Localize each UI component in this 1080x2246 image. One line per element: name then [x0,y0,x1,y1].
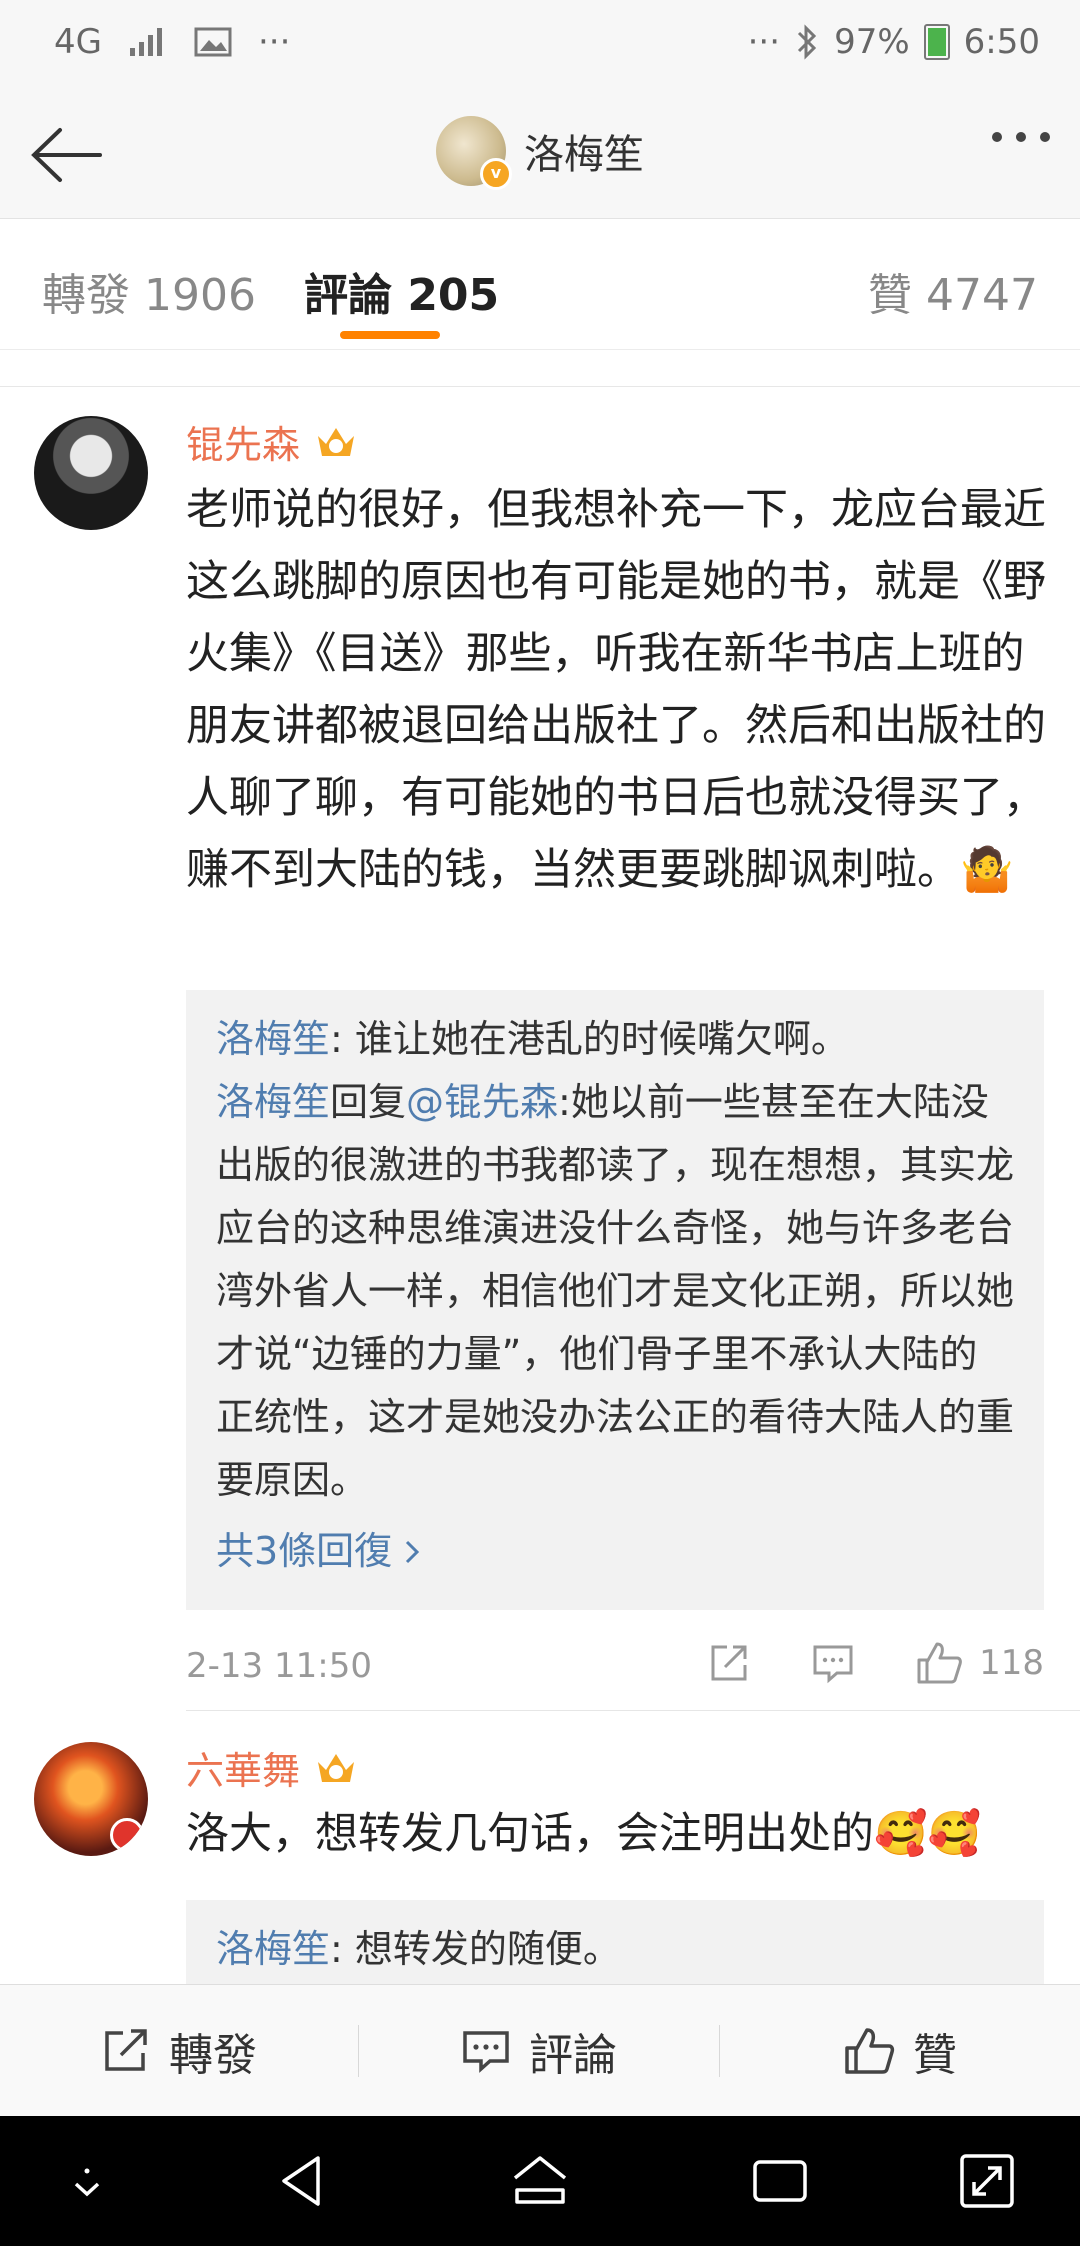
reply-box[interactable]: 洛梅笙: 想转发的随便。 [186,1900,1044,1984]
bluetooth-icon [798,24,817,60]
recent-apps-icon[interactable] [745,2146,815,2216]
reply-box[interactable]: 洛梅笙: 谁让她在港乱的时候嘴欠啊。 洛梅笙回复@锟先森:她以前一些甚至在大陆没… [186,990,1044,1610]
comment-text: 老师说的很好，但我想补充一下，龙应台最近这么跳脚的原因也有可能是她的书，就是《野… [186,485,1046,895]
reply-text: : 谁让她在港乱的时候嘴欠啊。 [330,1017,849,1061]
fullscreen-icon[interactable] [952,2146,1022,2216]
comment-icon [463,2031,509,2073]
tab-reposts[interactable]: 轉發 1906 [42,259,256,323]
reply-text: : 想转发的随便。 [330,1927,621,1971]
divider [186,1710,1080,1711]
thumbs-up-icon [845,2028,895,2074]
comment-meta: 2-13 11:50 118 [186,1640,1044,1700]
commenter-name[interactable]: 锟先森 [186,414,300,469]
partial-item-above [0,350,1080,387]
system-navigation-bar [0,2116,1080,2246]
verified-badge-icon: v [480,158,512,190]
back-triangle-icon[interactable] [268,2146,338,2216]
reply-author[interactable]: 洛梅笙 [216,1017,330,1061]
clock: 6:50 [963,22,1040,62]
status-overflow-right: ··· [747,22,781,62]
home-icon[interactable] [505,2146,575,2216]
page-title: 洛梅笙 [524,132,644,178]
title-center[interactable]: v 洛梅笙 [0,116,1080,190]
comment-icon [813,1645,853,1684]
view-all-replies-link[interactable]: 共3條回復 [216,1520,1014,1583]
share-icon [711,1645,747,1681]
reply-verb: 回复 [330,1080,407,1124]
status-bar: 4G ··· ··· 97% 6:50 [0,0,1080,92]
battery-percent: 97% [834,22,910,62]
repost-button[interactable]: 轉發 [0,1985,358,2117]
vip-crown-icon [318,1753,355,1782]
hide-keyboard-icon[interactable] [52,2146,122,2216]
like-button[interactable]: 贊 [720,1985,1080,2117]
network-indicator: 4G [54,22,102,62]
reply-mention[interactable]: @锟先森 [406,1080,558,1124]
reply-comment-button[interactable] [811,1641,855,1685]
commenter-name[interactable]: 六華舞 [186,1740,300,1795]
commenter-avatar[interactable] [34,416,148,530]
share-comment-button[interactable] [707,1641,751,1685]
like-count: 118 [979,1643,1044,1683]
reply-item: 洛梅笙回复@锟先森:她以前一些甚至在大陆没出版的很激进的书我都读了，现在想想，其… [216,1071,1014,1512]
reply-item: 洛梅笙: 想转发的随便。 [216,1918,1014,1981]
tab-indicator [340,331,440,339]
more-options-icon[interactable] [992,132,1050,142]
like-comment-button[interactable]: 118 [915,1640,1044,1686]
chevron-right-icon [406,1540,420,1563]
battery-icon [923,24,950,60]
comment-time: 2-13 11:50 [186,1646,372,1686]
reply-author[interactable]: 洛梅笙 [216,1927,330,1971]
commenter-avatar[interactable] [34,1742,148,1856]
tab-comments[interactable]: 評論 205 [304,259,499,323]
avatar[interactable]: v [436,116,512,190]
reply-text: :她以前一些甚至在大陆没出版的很激进的书我都读了，现在想想，其实龙应台的这种思维… [216,1080,1015,1502]
status-overflow: ··· [257,22,291,62]
thumbs-up-icon [917,1642,962,1684]
reply-item: 洛梅笙: 谁让她在港乱的时候嘴欠啊。 [216,1008,1014,1071]
tab-likes[interactable]: 贊 4747 [868,259,1038,323]
comment-button[interactable]: 評論 [359,1985,719,2117]
image-icon [194,27,232,57]
bottom-action-bar: 轉發 評論 贊 [0,1984,1080,2117]
shrug-emoji-icon: 🤷 [960,845,1014,895]
repost-icon [105,2029,147,2071]
tab-bar: 轉發 1906 評論 205 贊 4747 [0,219,1080,350]
blush-emoji-icon: 🥰🥰 [874,1809,982,1859]
title-bar: v 洛梅笙 [0,92,1080,219]
vip-crown-icon [318,427,355,456]
signal-icon [129,28,162,56]
reply-author[interactable]: 洛梅笙 [216,1080,330,1124]
badge-icon [110,1818,144,1852]
comment-text: 洛大，想转发几句话，会注明出处的🥰🥰 [186,1809,982,1859]
